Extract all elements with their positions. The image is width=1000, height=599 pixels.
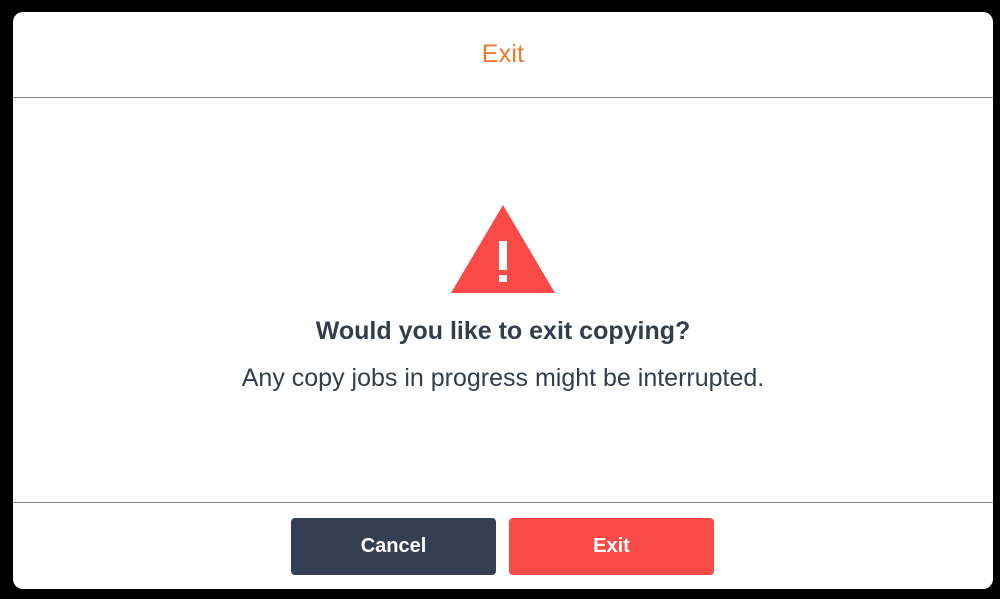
exit-button[interactable]: Exit bbox=[509, 518, 714, 575]
exit-dialog: Exit Would you like to exit copying? Any… bbox=[13, 12, 993, 589]
cancel-button[interactable]: Cancel bbox=[291, 518, 496, 575]
message-title: Would you like to exit copying? bbox=[315, 317, 691, 345]
dialog-footer: Cancel Exit bbox=[13, 502, 993, 589]
dialog-title: Exit bbox=[481, 40, 525, 68]
message-text: Any copy jobs in progress might be inter… bbox=[241, 364, 765, 392]
warning-icon bbox=[451, 205, 555, 293]
dialog-header: Exit bbox=[13, 12, 993, 98]
dialog-body: Would you like to exit copying? Any copy… bbox=[13, 98, 993, 502]
